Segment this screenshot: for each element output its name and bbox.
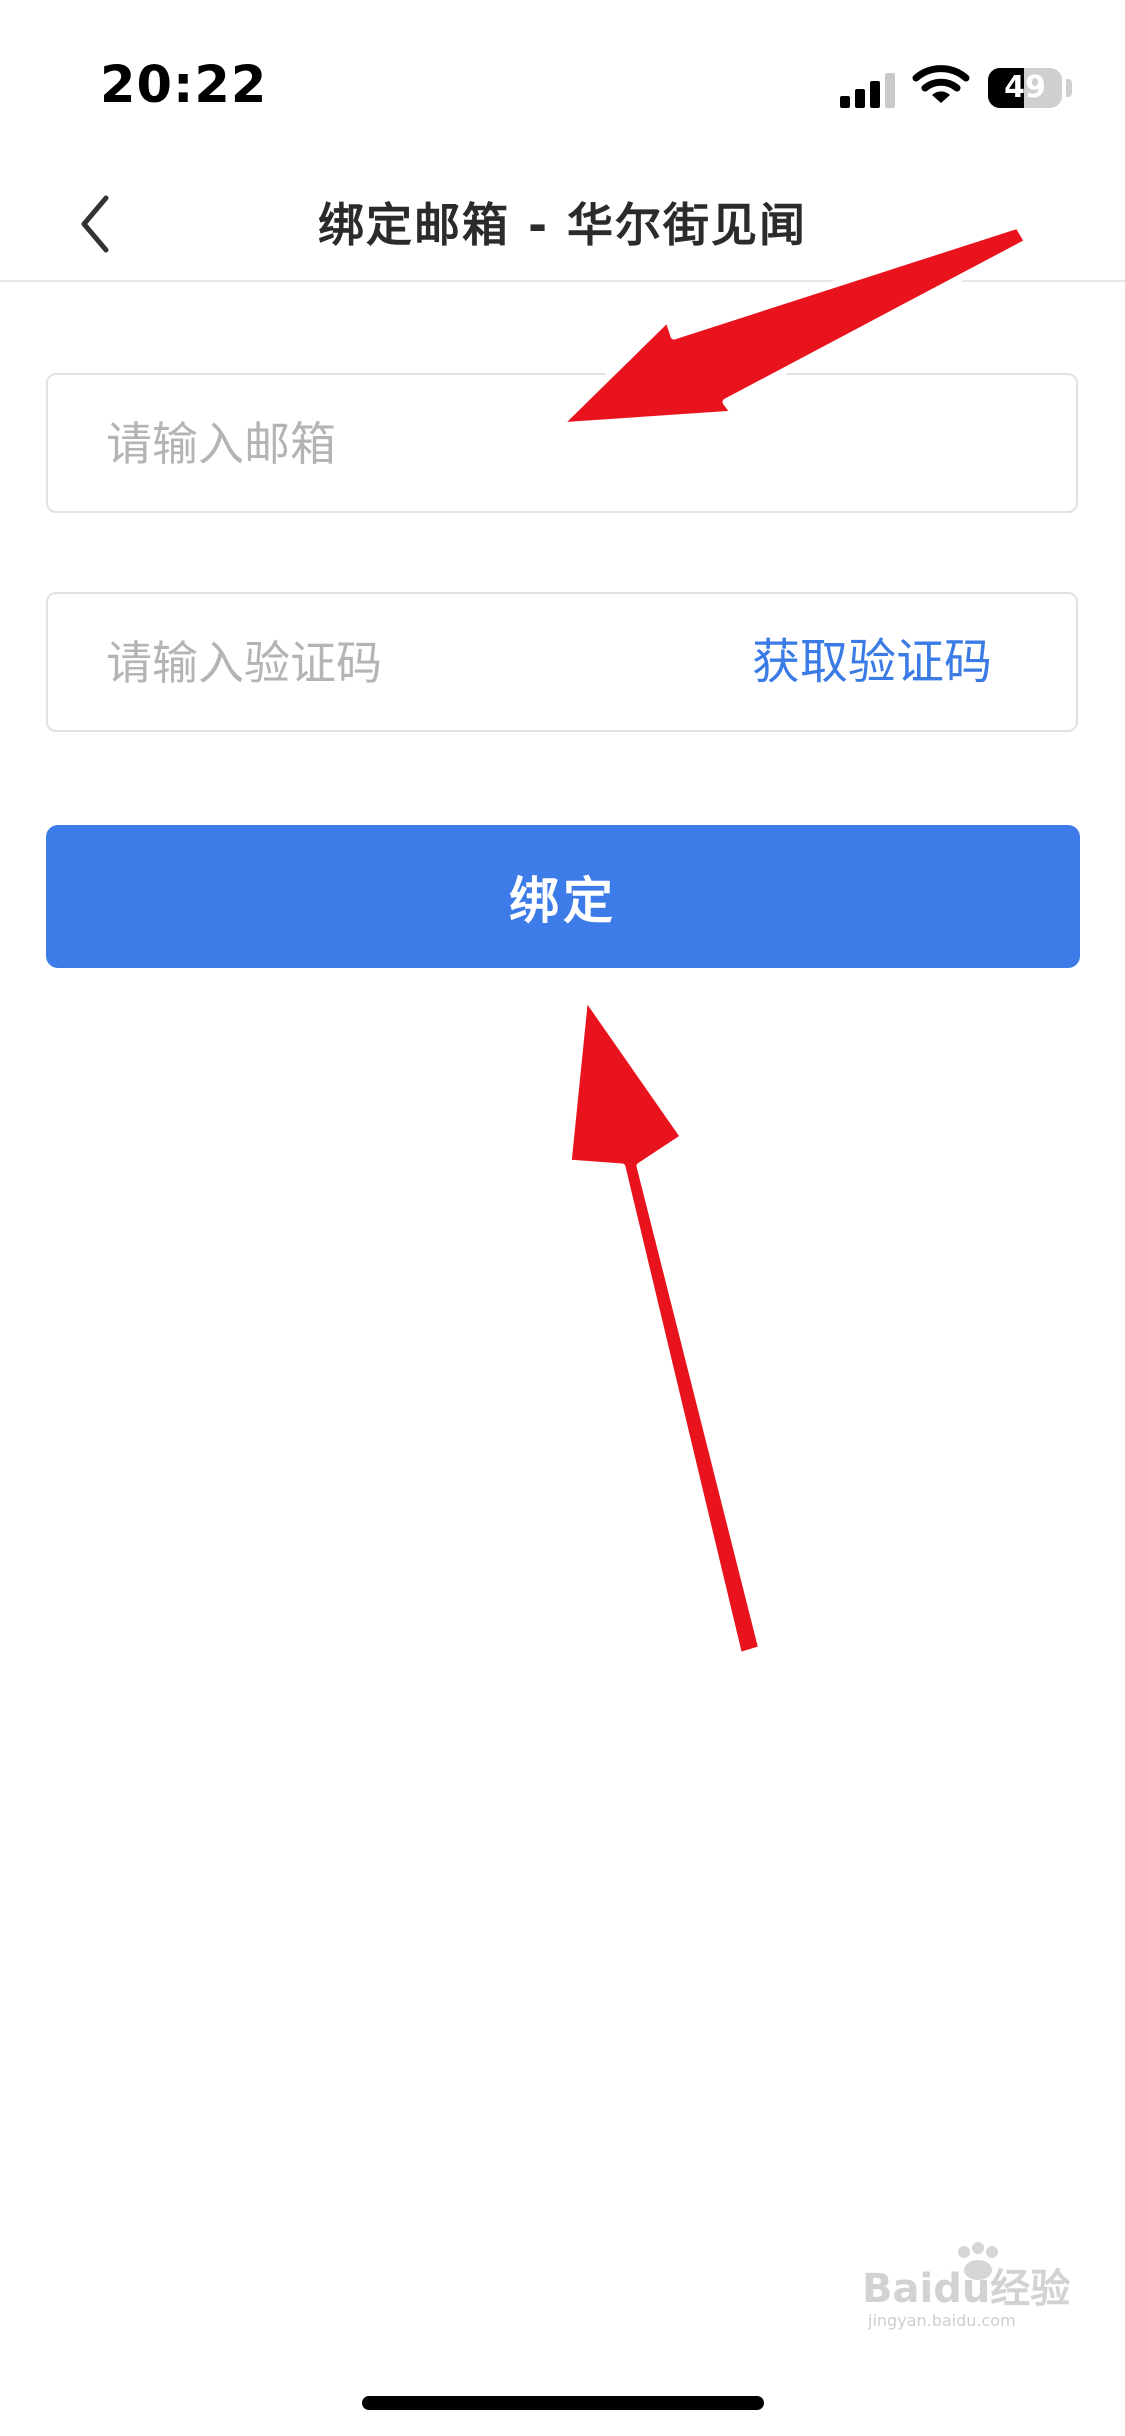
status-bar: 20:22 49 [0,0,1125,170]
home-indicator[interactable] [362,2396,764,2410]
email-field-container [46,373,1078,513]
verification-code-input[interactable] [104,594,708,732]
verification-code-container: 获取验证码 [46,592,1078,732]
chevron-left-icon [81,195,109,253]
annotation-arrow-to-bind [564,991,766,1660]
get-verification-code-button[interactable]: 获取验证码 [752,594,992,730]
watermark-subtext: jingyan.baidu.com [867,2311,1016,2330]
email-input[interactable] [104,375,1008,513]
battery-icon: 49 [988,68,1062,108]
cellular-signal-icon [840,73,895,108]
back-button[interactable] [60,184,140,264]
battery-level: 49 [1004,70,1046,105]
battery-cap [1066,79,1072,97]
wifi-icon [912,65,970,103]
navigation-bar: 绑定邮箱 - 华尔街见闻 [0,170,1125,282]
page-title: 绑定邮箱 - 华尔街见闻 [317,198,808,252]
baidu-jingyan-watermark: Baidu经验 jingyan.baidu.com [862,2242,1070,2330]
status-time: 20:22 [100,56,268,115]
annotation-overlay [554,221,1032,1660]
bind-button[interactable]: 绑定 [46,825,1080,968]
watermark-text: Baidu经验 [862,2266,1070,2312]
